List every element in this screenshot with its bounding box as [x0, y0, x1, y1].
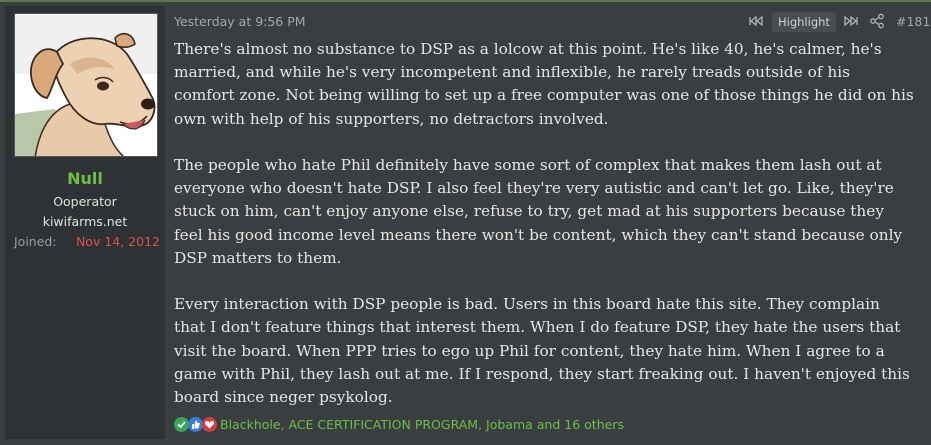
post-body: There's almost no substance to DSP as a … — [174, 38, 914, 409]
highlight-button[interactable]: Highlight — [772, 12, 836, 32]
user-pane: Null Ooperator kiwifarms.net Joined: Nov… — [5, 6, 165, 439]
heart-reaction-icon[interactable] — [202, 416, 217, 432]
post-number-link[interactable]: #181 — [896, 14, 930, 29]
share-icon[interactable] — [869, 13, 885, 29]
dog-avatar-image — [15, 14, 157, 156]
highlight-prev-icon[interactable] — [748, 13, 764, 29]
joined-label: Joined: — [14, 234, 57, 249]
post-paragraph: Every interaction with DSP people is bad… — [174, 295, 910, 407]
check-reaction-icon[interactable] — [174, 416, 189, 432]
post-timestamp[interactable]: Yesterday at 9:56 PM — [174, 14, 306, 29]
post-paragraph: The people who hate Phil definitely have… — [174, 156, 903, 267]
highlight-next-icon[interactable] — [843, 13, 859, 29]
reactions-list-link[interactable]: Blackhole, ACE CERTIFICATION PROGRAM, Jo… — [220, 417, 624, 432]
username[interactable]: Null — [5, 169, 165, 188]
thumbs-up-reaction-icon[interactable] — [188, 416, 203, 432]
avatar[interactable] — [14, 13, 158, 157]
user-site: kiwifarms.net — [42, 214, 128, 229]
post-paragraph: There's almost no substance to DSP as a … — [174, 40, 914, 128]
post-header: Yesterday at 9:56 PM Highlight #181 — [174, 12, 930, 32]
joined-row: Joined: Nov 14, 2012 — [14, 234, 160, 249]
reactions-bar: Blackhole, ACE CERTIFICATION PROGRAM, Jo… — [174, 415, 624, 433]
joined-date: Nov 14, 2012 — [75, 234, 160, 249]
post-container: Null Ooperator kiwifarms.net Joined: Nov… — [0, 0, 931, 445]
user-title: Ooperator — [53, 194, 117, 209]
